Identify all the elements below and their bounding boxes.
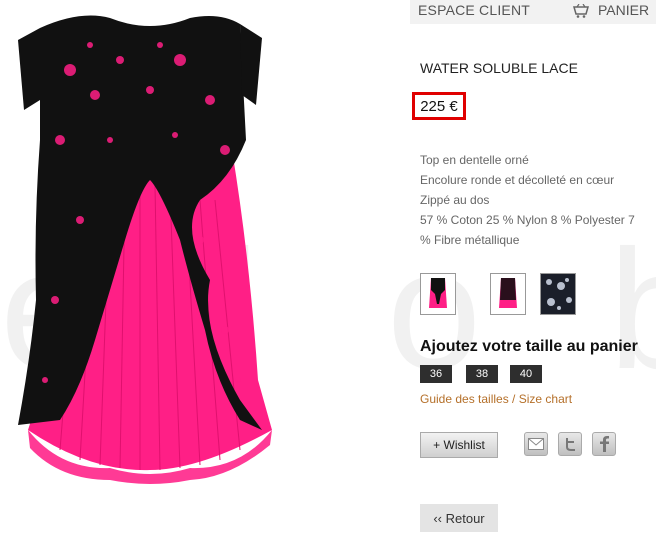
description-line: 57 % Coton 25 % Nylon 8 % Polyester 7 xyxy=(420,213,635,227)
size-guide-link[interactable]: Guide des tailles / Size chart xyxy=(420,392,572,406)
email-share-button[interactable] xyxy=(524,432,548,456)
size-40-button[interactable]: 40 xyxy=(510,365,542,383)
product-price: 225 € xyxy=(412,92,466,120)
account-link[interactable]: ESPACE CLIENT xyxy=(418,2,530,18)
product-description: Top en dentelle orné Encolure ronde et d… xyxy=(420,150,656,250)
twitter-icon xyxy=(566,438,575,451)
product-title: WATER SOLUBLE LACE xyxy=(420,60,578,76)
wishlist-button[interactable]: + Wishlist xyxy=(420,432,498,458)
description-line: Zippé au dos xyxy=(420,193,490,207)
back-button[interactable]: ‹‹ Retour xyxy=(420,504,498,532)
top-bar: ESPACE CLIENT PANIER xyxy=(410,0,656,24)
description-line: Encolure ronde et décolleté en cœur xyxy=(420,173,615,187)
facebook-share-button[interactable] xyxy=(592,432,616,456)
mail-icon xyxy=(528,438,544,450)
size-36-button[interactable]: 36 xyxy=(420,365,452,383)
size-heading: Ajoutez votre taille au panier xyxy=(420,338,638,355)
size-38-button[interactable]: 38 xyxy=(466,365,498,383)
thumbnail-detail[interactable] xyxy=(540,273,576,315)
description-line: % Fibre métallique xyxy=(420,233,520,247)
facebook-icon xyxy=(600,436,609,452)
thumbnail-front[interactable] xyxy=(420,273,456,315)
description-line: Top en dentelle orné xyxy=(420,153,529,167)
thumbnail-back[interactable] xyxy=(490,273,526,315)
twitter-share-button[interactable] xyxy=(558,432,582,456)
cart-icon[interactable] xyxy=(573,4,589,18)
cart-link[interactable]: PANIER xyxy=(598,2,649,18)
product-image[interactable] xyxy=(0,0,300,520)
